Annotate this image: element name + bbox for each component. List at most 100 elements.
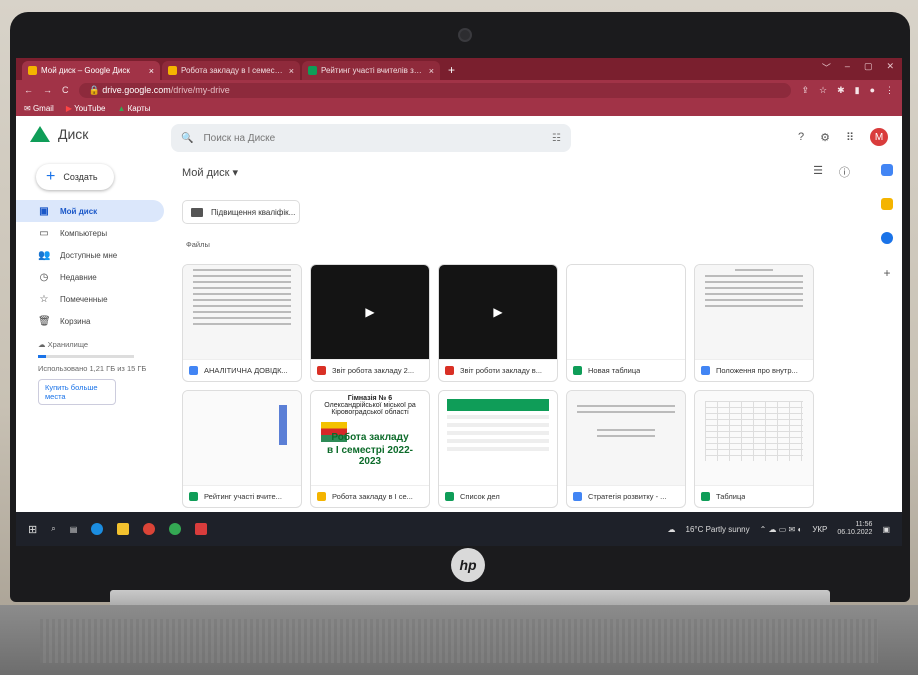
star-icon: ☆ (39, 293, 49, 305)
plus-icon: + (46, 168, 56, 185)
buy-storage-button[interactable]: Купить больше места (38, 379, 116, 405)
file-card[interactable]: Новая таблица (566, 264, 686, 382)
computer-icon: ▭ (39, 227, 49, 239)
sidebar-item-computers[interactable]: ▭ Компьютеры (16, 222, 164, 244)
tasks-icon[interactable] (881, 232, 893, 244)
add-addon-icon[interactable]: + (883, 266, 890, 280)
clock-date: 06.10.2022 (837, 529, 873, 536)
weather-text[interactable]: 16°C Partly sunny (686, 525, 750, 534)
folder-item[interactable]: Підвищення кваліфік... (182, 200, 300, 224)
windows-start-icon[interactable]: ⊞ (28, 523, 37, 536)
video-file-icon (445, 366, 454, 375)
slide-title: Робота закладу (331, 432, 409, 443)
task-view-icon[interactable]: ▤ (70, 525, 78, 534)
bookmark-gmail[interactable]: ✉ Gmail (24, 104, 54, 113)
avatar[interactable]: M (870, 128, 888, 146)
close-window-button[interactable]: ✕ (886, 61, 894, 74)
maximize-button[interactable]: ▢ (864, 61, 873, 74)
file-card[interactable]: Рейтинг участі вчите... (182, 390, 302, 508)
slide-line: Кіровоградської області (331, 409, 409, 416)
minimize-button[interactable]: – (845, 61, 850, 74)
edge-icon[interactable] (91, 523, 104, 535)
new-tab-button[interactable]: + (442, 61, 461, 80)
forward-button[interactable]: → (43, 85, 52, 95)
sidebar-item-my-drive[interactable]: ▣ Мой диск (16, 200, 164, 222)
bookmark-youtube[interactable]: ▶ YouTube (66, 104, 106, 113)
sidebar: + Создать ▣ Мой диск ▭ Компьютеры 👥 Дост… (16, 164, 166, 405)
tab-search-icon[interactable]: ﹀ (822, 61, 831, 74)
storage-bar-fill (38, 355, 46, 358)
reload-button[interactable]: C (62, 85, 69, 95)
search-icon[interactable]: ⌕ (51, 524, 55, 534)
file-card[interactable]: Гімназія № 6 Олександрійської міської ра… (310, 390, 430, 508)
laptop-screen: Мой диск – Google Диск × Робота закладу … (16, 58, 902, 546)
sidebar-item-shared[interactable]: 👥 Доступные мне (16, 244, 164, 266)
list-view-icon[interactable]: ☰ (813, 164, 823, 180)
tab-slides[interactable]: Робота закладу в І семестрі 20... × (162, 61, 300, 80)
file-card[interactable]: Стратегія розвитку - ... (566, 390, 686, 508)
create-button[interactable]: + Создать (36, 164, 114, 190)
gear-icon[interactable]: ⚙ (820, 131, 830, 144)
sidepanel-icon[interactable]: ▮ (855, 85, 860, 96)
sidebar-item-label: Мой диск (60, 206, 98, 216)
header-actions: ? ⚙ ⠿ M (798, 128, 888, 146)
drive-logo[interactable]: Диск (30, 126, 88, 142)
weather-icon[interactable]: ☁ (668, 525, 676, 534)
extensions-icon[interactable]: ✱ (837, 85, 845, 96)
calendar-icon[interactable] (881, 164, 893, 176)
sidebar-item-label: Компьютеры (60, 228, 108, 238)
help-icon[interactable]: ? (798, 131, 804, 143)
menu-icon[interactable]: ⋮ (885, 85, 894, 96)
chrome-icon[interactable] (143, 523, 156, 535)
notifications-icon[interactable]: ▣ (882, 525, 890, 534)
search-options-icon[interactable]: ☷ (552, 133, 561, 144)
extensions: ⇪ ☆ ✱ ▮ ● ⋮ (801, 85, 894, 96)
clock[interactable]: 11:56 06.10.2022 (837, 521, 872, 538)
tab-sheets[interactable]: Рейтинг участі вчителів заклад... × (302, 61, 440, 80)
video-thumbnail: ▶ (311, 265, 429, 359)
share-icon[interactable]: ⇪ (801, 85, 809, 96)
doc-thumbnail (183, 265, 301, 359)
bookmark-maps[interactable]: ▲ Карты (118, 104, 151, 113)
slide-thumbnail: Гімназія № 6 Олександрійської міської ра… (311, 391, 429, 485)
file-name: Рейтинг участі вчите... (204, 492, 282, 501)
file-card[interactable]: Таблица (694, 390, 814, 508)
side-panel: + (872, 160, 902, 490)
close-icon[interactable]: × (289, 66, 294, 76)
back-button[interactable]: ← (24, 85, 33, 95)
file-card[interactable]: АНАЛІТИЧНА ДОВІДК... (182, 264, 302, 382)
drive-app: Диск 🔍 Поиск на Диске ☷ ? ⚙ ⠿ M + Создат… (16, 116, 902, 512)
file-card[interactable]: ▶ Звіт роботи закладу в... (438, 264, 558, 382)
sidebar-item-trash[interactable]: 🗑 Корзина (16, 310, 164, 332)
file-explorer-icon[interactable] (117, 523, 130, 535)
close-icon[interactable]: × (429, 66, 434, 76)
people-icon: 👥 (38, 249, 51, 261)
profile-icon[interactable]: ● (870, 85, 875, 96)
slide-line: Гімназія № 6 (347, 395, 393, 402)
file-card[interactable]: Список дел (438, 390, 558, 508)
search-input[interactable]: 🔍 Поиск на Диске ☷ (171, 124, 571, 152)
file-name: Новая таблица (588, 366, 641, 375)
file-name: Звіт роботи закладу в... (460, 366, 543, 375)
apps-grid-icon[interactable]: ⠿ (846, 131, 854, 144)
doc-thumbnail (567, 391, 685, 485)
info-icon[interactable]: ⓘ (839, 164, 850, 180)
file-card[interactable]: Положення про внутр... (694, 264, 814, 382)
tray-icons[interactable]: ⌃ ☁ ▭ ✉ ◐ (760, 525, 803, 534)
sidebar-item-recent[interactable]: ◷ Недавние (16, 266, 164, 288)
language-indicator[interactable]: УКР (812, 525, 827, 534)
close-icon[interactable]: × (149, 66, 154, 76)
tab-my-drive[interactable]: Мой диск – Google Диск × (22, 61, 160, 80)
keep-icon[interactable] (881, 198, 893, 210)
sheets-icon (701, 492, 710, 501)
sidebar-item-storage[interactable]: ☁ Хранилище (38, 340, 166, 349)
app-name: Диск (58, 126, 89, 142)
address-bar[interactable]: 🔒 drive.google.com/drive/my-drive (78, 82, 792, 98)
app-icon[interactable] (195, 523, 208, 535)
file-card[interactable]: ▶ Звіт робота закладу 2... (310, 264, 430, 382)
breadcrumb[interactable]: Мой диск ▾ (182, 166, 238, 179)
sidebar-item-starred[interactable]: ☆ Помеченные (16, 288, 164, 310)
chrome-profile-icon[interactable] (169, 523, 182, 535)
star-icon[interactable]: ☆ (819, 85, 827, 96)
search-icon[interactable]: 🔍 (181, 133, 193, 144)
